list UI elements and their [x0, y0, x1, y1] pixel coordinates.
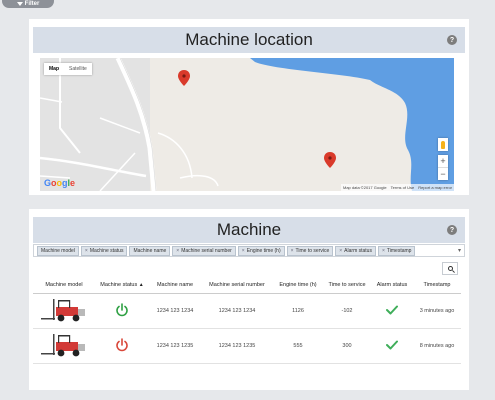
engine-time-cell: 1126 [273, 293, 323, 329]
location-marker-2[interactable] [324, 152, 336, 168]
machine-panel: Machine ? Machine model × Machine status … [29, 209, 469, 390]
col-machine-name[interactable]: Machine name [149, 277, 201, 294]
machine-name-cell: 1234 123 1234 [149, 293, 201, 329]
remove-icon[interactable]: × [291, 248, 294, 254]
remove-icon[interactable]: × [382, 248, 385, 254]
filter-label: Filter [24, 1, 40, 7]
funnel-icon [16, 2, 23, 6]
column-chooser[interactable]: Machine model × Machine status Machine na… [33, 244, 465, 257]
alarm-status-cell [371, 328, 413, 364]
map-attribution: Map data ©2017 Google Terms of Use Repor… [340, 184, 454, 191]
power-on-icon [116, 302, 128, 316]
machine-model-cell [33, 293, 95, 329]
column-chip[interactable]: × Alarm status [335, 245, 376, 256]
power-off-icon [116, 337, 128, 351]
remove-icon[interactable]: × [339, 248, 342, 254]
machine-table: Machine model Machine status ▲ Machine n… [33, 277, 461, 364]
checkmark-icon [386, 305, 398, 314]
map-type-switch: Map Satellite [44, 63, 92, 75]
zoom-control: + − [438, 155, 448, 180]
search-button[interactable] [442, 262, 458, 275]
time-to-service-cell: 300 [323, 328, 371, 364]
table-header-row: Machine model Machine status ▲ Machine n… [33, 277, 461, 294]
column-chip[interactable]: × Engine time (h) [237, 245, 285, 256]
col-alarm-status[interactable]: Alarm status [371, 277, 413, 294]
checkmark-icon [386, 340, 398, 349]
column-chip[interactable]: × Timestamp [377, 245, 416, 256]
machine-name-cell: 1234 123 1235 [149, 328, 201, 364]
location-marker-1[interactable] [178, 70, 190, 86]
engine-time-cell: 555 [273, 328, 323, 364]
machine-location-panel: Machine location ? Map Satellite + − Goo… [29, 19, 469, 195]
column-chip[interactable]: × Machine serial number [172, 245, 236, 256]
timestamp-cell: 8 minutes ago [413, 328, 461, 364]
remove-icon[interactable]: × [176, 248, 179, 254]
machine-model-cell [33, 328, 95, 364]
map-canvas [40, 58, 454, 191]
report-error-link[interactable]: Report a map error [418, 185, 452, 190]
serial-number-cell: 1234 123 1234 [201, 293, 273, 329]
forklift-image [41, 332, 87, 358]
panel-title: Machine [216, 220, 282, 239]
panel-header: Machine ? [33, 217, 465, 243]
zoom-in-button[interactable]: + [438, 155, 448, 167]
search-icon [447, 266, 453, 271]
column-chip[interactable]: Machine model [37, 245, 79, 256]
serial-number-cell: 1234 123 1235 [201, 328, 273, 364]
machine-status-cell [95, 293, 149, 329]
sort-asc-icon: ▲ [138, 281, 144, 288]
filter-toggle[interactable]: Filter [2, 0, 54, 8]
timestamp-cell: 3 minutes ago [413, 293, 461, 329]
google-logo: Google [44, 178, 76, 188]
col-machine-status[interactable]: Machine status ▲ [95, 277, 149, 294]
help-icon[interactable]: ? [447, 35, 457, 45]
panel-title: Machine location [185, 30, 313, 49]
map-data-text: Map data ©2017 Google [342, 185, 387, 190]
machine-status-cell [95, 328, 149, 364]
col-time-to-service[interactable]: Time to service [323, 277, 371, 294]
panel-header: Machine location ? [33, 27, 465, 53]
time-to-service-cell: -102 [323, 293, 371, 329]
col-serial-number[interactable]: Machine serial number [201, 277, 273, 294]
chevron-down-icon[interactable]: ▾ [458, 247, 461, 254]
zoom-out-button[interactable]: − [438, 168, 448, 180]
map-type-satellite[interactable]: Satellite [64, 63, 92, 75]
col-machine-model[interactable]: Machine model [33, 277, 95, 294]
remove-icon[interactable]: × [85, 248, 88, 254]
terms-link[interactable]: Terms of Use [391, 185, 415, 190]
remove-icon[interactable]: × [242, 248, 245, 254]
map-view[interactable]: Map Satellite + − Google Map data ©2017 … [40, 58, 454, 191]
col-timestamp[interactable]: Timestamp [413, 277, 461, 294]
table-row[interactable]: 1234 123 1235 1234 123 1235 555 300 8 mi… [33, 328, 461, 364]
alarm-status-cell [371, 293, 413, 329]
col-engine-time[interactable]: Engine time (h) [273, 277, 323, 294]
street-view-pegman-icon[interactable] [438, 138, 448, 151]
map-type-map[interactable]: Map [44, 63, 64, 75]
table-row[interactable]: 1234 123 1234 1234 123 1234 1126 -102 3 … [33, 293, 461, 329]
column-chip[interactable]: × Time to service [286, 245, 334, 256]
forklift-image [41, 297, 87, 323]
column-chip[interactable]: Machine name [129, 245, 171, 256]
column-chip[interactable]: × Machine status [80, 245, 128, 256]
help-icon[interactable]: ? [447, 225, 457, 235]
